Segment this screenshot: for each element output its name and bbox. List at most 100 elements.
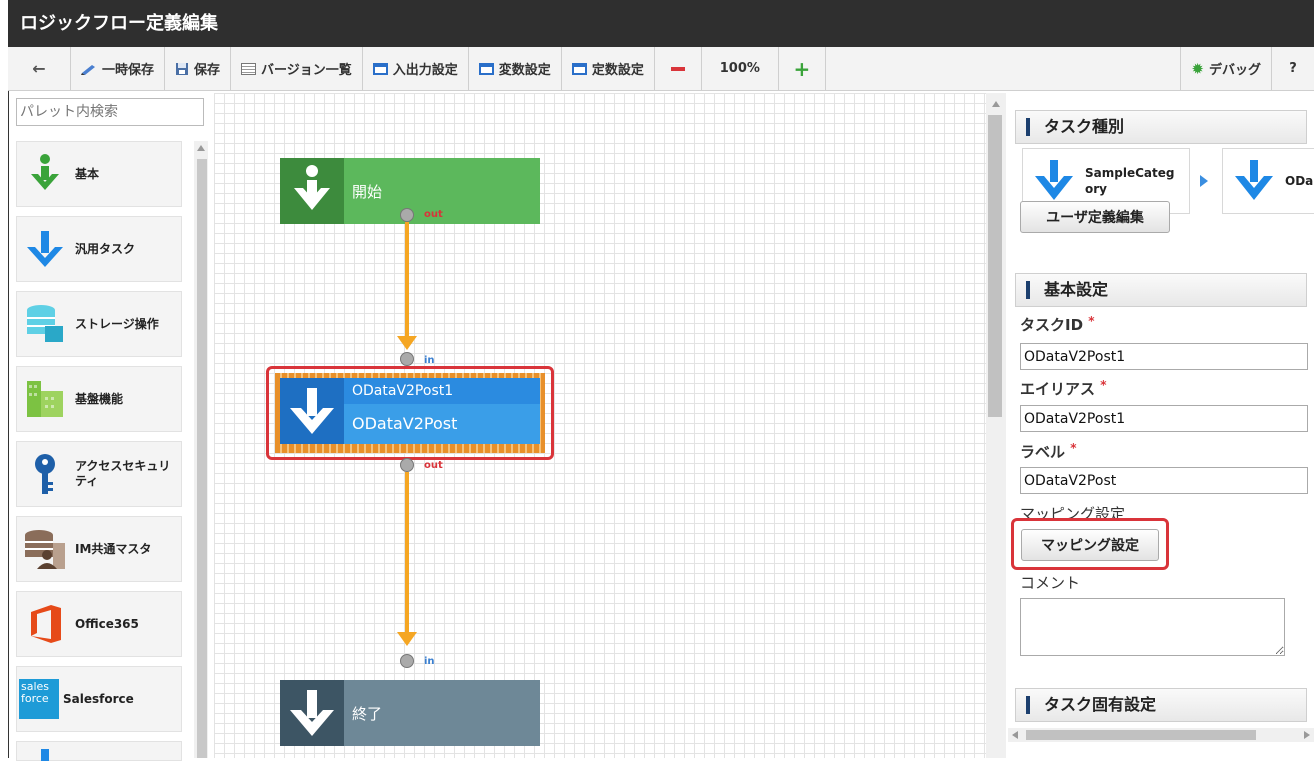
temp-save-label: 一時保存 [102, 63, 155, 78]
variable-settings-button[interactable]: 変数設定 [469, 47, 562, 90]
task-out-port[interactable] [400, 458, 414, 472]
version-list-button[interactable]: バージョン一覧 [231, 47, 363, 90]
palette-item-label: ストレージ操作 [75, 316, 159, 331]
task-in-port[interactable] [400, 352, 414, 366]
debug-button[interactable]: ✹ デバッグ [1181, 47, 1272, 90]
comment-label: コメント [1020, 574, 1081, 592]
toolbar-spacer [826, 47, 1182, 90]
scroll-up-icon[interactable] [197, 145, 205, 151]
palette-item-label: アクセスセキュリティ [75, 459, 171, 488]
connector-arrowhead [397, 336, 417, 350]
io-settings-button[interactable]: 入出力設定 [363, 47, 469, 90]
user-definition-edit-button[interactable]: ユーザ定義編集 [1020, 201, 1170, 233]
toolbar: ← 一時保存 保存 バージョン一覧 入出力設定 変数設定 定数設定 100% +… [8, 47, 1314, 91]
palette-item-office365[interactable]: Office365 [16, 591, 182, 657]
task-id-field[interactable] [1020, 343, 1308, 370]
task-type-section-header: タスク種別 [1015, 110, 1307, 144]
end-node[interactable]: 終了 [280, 680, 540, 746]
alias-label: エイリアス [1020, 380, 1096, 398]
office-icon [23, 602, 67, 646]
connector-line [405, 222, 409, 338]
window-title: ロジックフロー定義編集 [8, 0, 1314, 47]
scroll-up-icon[interactable] [992, 101, 1000, 107]
save-label: 保存 [194, 63, 221, 78]
save-button[interactable]: 保存 [165, 47, 232, 90]
end-in-port[interactable] [400, 654, 414, 668]
label-label-row: ラベル * [1020, 441, 1077, 462]
window-icon [571, 62, 587, 75]
palette-item-basic[interactable]: 基本 [16, 141, 182, 207]
palette-search-input[interactable] [16, 98, 204, 126]
panel-horizontal-scrollbar[interactable] [1008, 728, 1314, 742]
basic-settings-section-header: 基本設定 [1015, 273, 1307, 307]
zoom-out-button[interactable] [655, 47, 702, 90]
comment-textarea[interactable] [1020, 598, 1285, 656]
constant-settings-button[interactable]: 定数設定 [562, 47, 655, 90]
help-button[interactable]: ? [1272, 47, 1314, 90]
palette-item-next[interactable] [16, 741, 182, 761]
type-name: ODa [1285, 174, 1314, 188]
label-label: ラベル [1020, 443, 1066, 461]
end-arrow-icon [280, 680, 344, 746]
port-label-out: out [424, 460, 443, 471]
version-list-label: バージョン一覧 [261, 63, 352, 78]
port-label-in: in [424, 656, 435, 667]
scroll-left-icon[interactable] [1012, 731, 1018, 739]
storage-icon [23, 302, 67, 346]
mapping-settings-button[interactable]: マッピング設定 [1021, 529, 1159, 561]
window-icon [478, 62, 494, 75]
pencil-icon [81, 64, 95, 75]
task-node-body: ODataV2Post1 ODataV2Post [344, 378, 540, 444]
palette-item-label: 基本 [75, 166, 100, 181]
task-id-label-row: タスクID * [1020, 314, 1095, 335]
alias-label-row: エイリアス * [1020, 378, 1107, 399]
task-arrow-icon [280, 378, 344, 444]
end-node-label: 終了 [352, 704, 383, 723]
odata-task-node[interactable]: ODataV2Post1 ODataV2Post [280, 378, 540, 444]
task-node-type: ODataV2Post [352, 414, 458, 433]
palette-item-label: Office365 [75, 616, 139, 631]
canvas-scrollbar[interactable] [986, 93, 1006, 758]
green-down-arrow-icon [23, 152, 67, 196]
task-node-name: ODataV2Post1 [344, 378, 540, 404]
back-arrow-icon: ← [32, 59, 46, 78]
start-out-port[interactable] [400, 208, 414, 222]
connector-arrowhead [397, 632, 417, 646]
blue-down-arrow-icon [1035, 160, 1073, 200]
task-id-label: タスクID [1020, 316, 1084, 334]
palette-item-im-master[interactable]: IM共通マスタ [16, 516, 182, 582]
canvas-scroll-thumb[interactable] [988, 115, 1002, 417]
required-mark: * [1070, 441, 1077, 455]
save-icon [176, 62, 189, 75]
label-field[interactable] [1020, 467, 1308, 494]
port-label-in: in [424, 355, 435, 366]
io-settings-label: 入出力設定 [392, 63, 458, 78]
palette-item-label: 汎用タスク [75, 241, 136, 256]
panel-scroll-thumb[interactable] [1026, 730, 1256, 740]
palette-item-salesforce[interactable]: sales force Salesforce [16, 666, 182, 732]
palette-item-general-task[interactable]: 汎用タスク [16, 216, 182, 282]
back-button[interactable]: ← [8, 47, 71, 90]
palette-item-platform[interactable]: 基盤機能 [16, 366, 182, 432]
palette-scroll-thumb[interactable] [197, 159, 207, 758]
required-mark: * [1100, 378, 1107, 392]
salesforce-icon: sales force [19, 679, 59, 719]
blue-down-arrow-icon [23, 227, 67, 271]
window-icon [372, 62, 388, 75]
blue-down-arrow-icon [1235, 160, 1273, 200]
type-box[interactable]: ODa [1222, 148, 1314, 214]
palette-item-storage[interactable]: ストレージ操作 [16, 291, 182, 357]
bug-icon: ✹ [1191, 59, 1204, 78]
start-arrow-icon [280, 158, 344, 224]
port-label-out: out [424, 209, 443, 220]
scroll-right-icon[interactable] [1304, 731, 1310, 739]
zoom-in-button[interactable]: + [779, 47, 826, 90]
palette-scrollbar[interactable] [194, 141, 208, 758]
temp-save-button[interactable]: 一時保存 [71, 47, 166, 90]
alias-field[interactable] [1020, 405, 1308, 432]
palette-item-access-security[interactable]: アクセスセキュリティ [16, 441, 182, 507]
variable-settings-label: 変数設定 [498, 63, 551, 78]
breadcrumb-arrow-icon [1200, 175, 1208, 187]
category-name: SampleCateg ory [1085, 166, 1175, 196]
debug-label: デバッグ [1208, 63, 1261, 78]
